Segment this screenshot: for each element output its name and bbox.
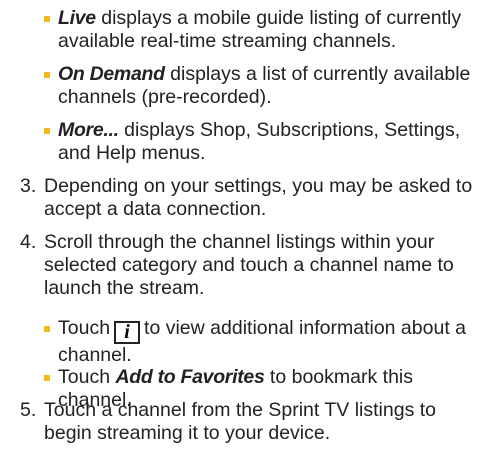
step-number: 3. (20, 175, 37, 197)
bullet-text-pre: Touch (58, 366, 116, 388)
option-name-on-demand: On Demand (58, 63, 165, 85)
bullet-square-icon (44, 128, 50, 134)
option-name-live: Live (58, 7, 96, 29)
bullet-square-icon (44, 326, 50, 332)
option-description: displays a mobile guide listing of curre… (58, 7, 462, 52)
step-number: 4. (20, 231, 37, 253)
bullet-square-icon (44, 375, 50, 381)
manual-page: Live displays a mobile guide listing of … (0, 0, 486, 449)
bullet-more: More... displays Shop, Subscriptions, Se… (44, 119, 476, 165)
bullet-text-pre: Touch (58, 317, 111, 339)
bullet-square-icon (44, 16, 50, 22)
option-name-more: More... (58, 119, 119, 141)
bullet-live: Live displays a mobile guide listing of … (44, 7, 476, 53)
bullet-on-demand: On Demand displays a list of currently a… (44, 63, 476, 109)
step-text: Depending on your settings, you may be a… (44, 175, 473, 220)
step-number: 5. (20, 399, 37, 421)
step-text: Touch a channel from the Sprint TV listi… (44, 399, 437, 444)
bullet-info: Touch i to view additional information abo… (44, 317, 476, 367)
info-icon: i (114, 321, 141, 344)
option-description: displays Shop, Subscriptions, Settings, … (58, 119, 461, 164)
bullet-square-icon (44, 72, 50, 78)
step-text: Scroll through the channel listings with… (44, 231, 454, 299)
add-to-favorites-label: Add to Favorites (115, 366, 265, 388)
